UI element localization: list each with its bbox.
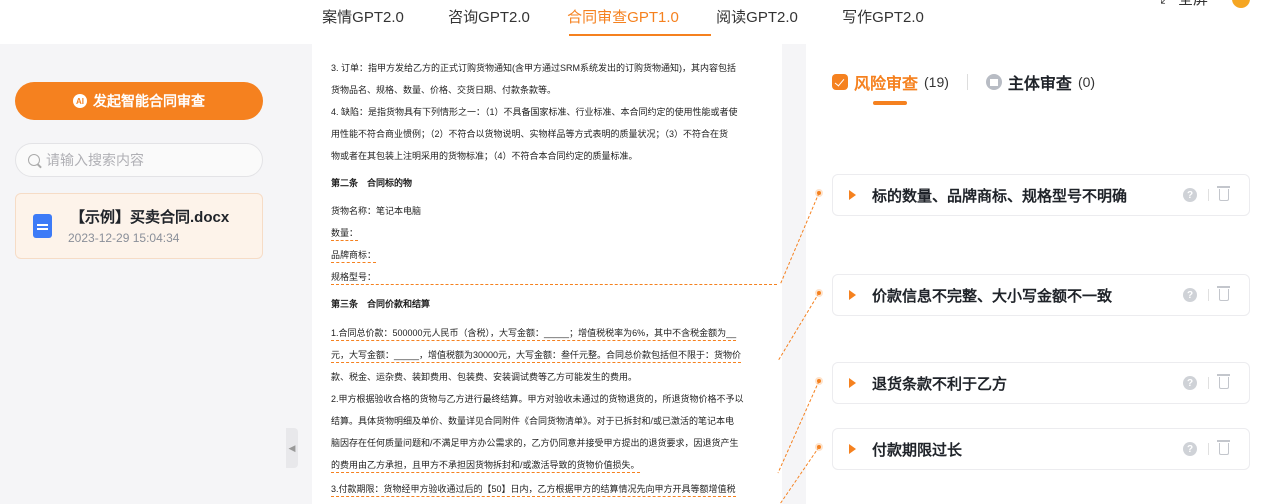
sidebar: AI 发起智能合同审查 【示例】买卖合同.docx 2023-12-29 15:… [0, 44, 286, 504]
tab-writing-gpt[interactable]: 写作GPT2.0 [820, 0, 946, 40]
caret-right-icon[interactable] [849, 290, 856, 300]
highlighted-line[interactable]: 数量： [331, 226, 359, 241]
file-timestamp: 2023-12-29 15:04:34 [68, 231, 180, 245]
file-name: 【示例】买卖合同.docx [70, 209, 230, 226]
caret-right-icon[interactable] [849, 444, 856, 454]
caret-right-icon[interactable] [849, 190, 856, 200]
help-icon[interactable]: ? [1183, 376, 1197, 390]
risk-item[interactable]: 付款期限过长 ? [832, 428, 1250, 470]
trash-icon[interactable] [1217, 440, 1230, 455]
help-icon[interactable]: ? [1183, 442, 1197, 456]
risk-anchor-dot [815, 443, 823, 451]
tab-reading-gpt[interactable]: 阅读GPT2.0 [694, 0, 820, 40]
help-icon[interactable]: ? [1183, 288, 1197, 302]
party-tab-label: 主体审查 [1007, 76, 1072, 93]
highlighted-line[interactable]: 品牌商标： [331, 248, 377, 263]
highlighted-line[interactable]: 元，大写金额：_____，增值税额为30000元，大写金额：叁仟元整。合同总价款… [331, 348, 742, 363]
doc-line: 物或者在其包装上注明采用的货物标准；（4）不符合本合同约定的质量标准。 [331, 151, 638, 161]
review-tabs: 风险审查 (19) 主体审查 (0) [832, 70, 1095, 94]
risk-title: 价款信息不完整、大小写金额不一致 [872, 287, 1113, 305]
file-card[interactable]: 【示例】买卖合同.docx 2023-12-29 15:04:34 [15, 193, 263, 259]
word-document-icon [33, 214, 52, 238]
tab-divider [966, 74, 968, 90]
review-panel: 风险审查 (19) 主体审查 (0) 标的数量、品牌商标、规格型号不明确 ? 价… [806, 44, 1265, 504]
start-review-label: 发起智能合同审查 [93, 93, 205, 109]
risk-title: 退货条款不利于乙方 [872, 375, 1008, 393]
home-icon [985, 74, 1002, 90]
doc-line: 2.甲方根据验收合格的货物与乙方进行最终结算。甲方对验收未通过的货物退货的，所退… [331, 394, 744, 404]
highlighted-line[interactable]: 3.付款期限：货物经甲方验收通过后的【50】日内，乙方根据甲方的结算情况先向甲方… [331, 482, 736, 497]
collapse-sidebar-handle[interactable]: ◀ [286, 428, 298, 468]
trash-icon[interactable] [1217, 186, 1230, 201]
user-avatar[interactable] [1232, 0, 1250, 8]
risk-item[interactable]: 标的数量、品牌商标、规格型号不明确 ? [832, 174, 1250, 216]
doc-line: 用性能不符合商业惯例；（2）不符合以货物说明、实物样品等方式表明的质量状况；（3… [331, 129, 729, 139]
fullscreen-button[interactable]: ⤢ 全屏 [1160, 0, 1208, 9]
party-count: (0) [1077, 74, 1096, 90]
risk-icon [832, 74, 848, 90]
chevron-left-icon: ◀ [288, 442, 296, 453]
doc-line: 4. 缺陷：是指货物具有下列情形之一：（1）不具备国家标准、行业标准、本合同约定… [331, 107, 738, 117]
caret-right-icon[interactable] [849, 378, 856, 388]
tab-risk-review[interactable]: 风险审查 (19) [832, 70, 949, 94]
action-divider [1208, 289, 1209, 301]
start-review-button[interactable]: AI 发起智能合同审查 [15, 82, 263, 120]
active-tab-indicator [569, 34, 711, 36]
doc-line: 款、税金、运杂费、装卸费用、包装费、安装调试费等乙方可能发生的费用。 [331, 372, 638, 382]
risk-anchor-dot [815, 377, 823, 385]
action-divider [1208, 377, 1209, 389]
document-viewer: 3. 订单：指甲方发给乙方的正式订购货物通知(含甲方通过SRM系统发出的订购货物… [312, 44, 782, 504]
search-input[interactable] [46, 152, 246, 168]
trash-icon[interactable] [1217, 286, 1230, 301]
doc-line: 脑因存在任何质量问题和/不满足甲方办公需求的，乙方仍同意并接受甲方提出的退货要求… [331, 438, 739, 448]
risk-title: 标的数量、品牌商标、规格型号不明确 [872, 187, 1128, 205]
help-icon[interactable]: ? [1183, 188, 1197, 202]
doc-line: 结算。具体货物明细及单价、数量详见合同附件《合同货物清单》。对于已拆封和/或已激… [331, 416, 735, 426]
tab-consult-gpt[interactable]: 咨询GPT2.0 [426, 0, 552, 40]
risk-anchor-dot [815, 189, 823, 197]
highlighted-line[interactable]: 1.合同总价款：500000元人民币（含税），大写金额：_____；增值税税率为… [331, 326, 737, 341]
risk-item[interactable]: 价款信息不完整、大小写金额不一致 ? [832, 274, 1250, 316]
section-heading: 第二条 合同标的物 [331, 178, 413, 188]
active-review-tab-indicator [873, 101, 907, 105]
risk-item[interactable]: 退货条款不利于乙方 ? [832, 362, 1250, 404]
risk-tab-label: 风险审查 [854, 76, 919, 93]
action-divider [1208, 443, 1209, 455]
section-heading: 第三条 合同价款和结算 [331, 299, 431, 309]
highlighted-line[interactable]: 规格型号： [331, 270, 777, 285]
trash-icon[interactable] [1217, 374, 1230, 389]
doc-line: 货物品名、规格、数量、价格、交货日期、付款条款等。 [331, 85, 557, 95]
fullscreen-label: 全屏 [1178, 0, 1208, 9]
risk-count: (19) [924, 74, 949, 90]
search-icon [28, 154, 40, 166]
doc-line: 货物名称：笔记本电脑 [331, 206, 422, 216]
search-box [15, 143, 263, 177]
expand-icon: ⤢ [1160, 0, 1172, 7]
highlighted-line[interactable]: 的费用由乙方承担，且甲方不承担因货物拆封和/或激活导致的货物价值损失。 [331, 458, 640, 473]
ai-icon: AI [73, 94, 87, 108]
action-divider [1208, 189, 1209, 201]
risk-title: 付款期限过长 [872, 441, 963, 459]
doc-line: 3. 订单：指甲方发给乙方的正式订购货物通知(含甲方通过SRM系统发出的订购货物… [331, 63, 737, 73]
risk-anchor-dot [815, 289, 823, 297]
tab-case-gpt[interactable]: 案情GPT2.0 [300, 0, 426, 40]
top-nav: 案情GPT2.0 咨询GPT2.0 合同审查GPT1.0 阅读GPT2.0 写作… [0, 0, 1265, 44]
tab-party-review[interactable]: 主体审查 (0) [985, 70, 1096, 94]
